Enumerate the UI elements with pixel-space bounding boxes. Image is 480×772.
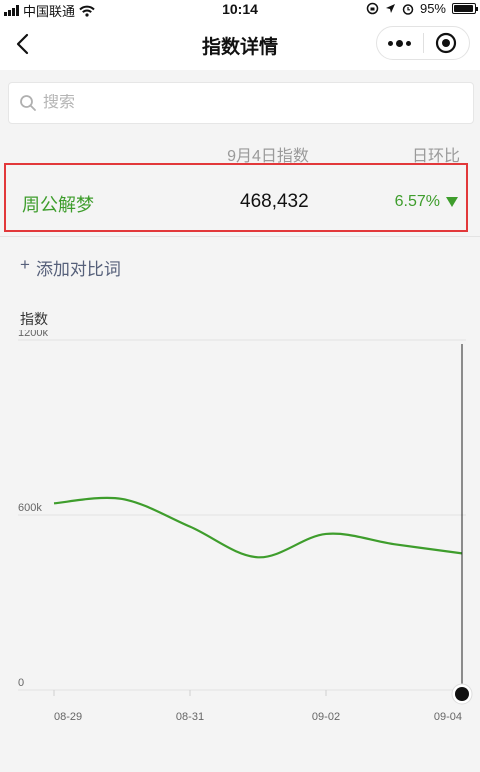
day-change-value: 6.57% [394,193,440,210]
location-arrow-icon [385,4,395,13]
search-input[interactable] [43,94,443,112]
row-divider [0,236,480,237]
add-compare-button[interactable]: + 添加对比词 [20,255,121,280]
close-mini-program-button[interactable] [424,27,470,59]
alarm-clock-icon [402,3,414,15]
y-tick-label: 600k [18,502,42,514]
status-bar: 中国联通 10:14 95% [0,0,480,19]
target-circle-icon [436,32,457,54]
selection-handle-dot [455,687,469,701]
status-right: 95% [366,1,478,16]
keyword-label: 周公解梦 [22,195,94,215]
keyword-row[interactable]: 周公解梦 468,432 6.57% [4,163,468,232]
more-button[interactable] [377,27,423,59]
series-line [53,496,463,559]
search-icon [20,95,36,111]
y-tick-label: 0 [18,677,24,689]
x-tick-label: 09-04 [434,711,462,723]
x-tick-label: 09-02 [312,711,340,723]
plus-icon: + [20,255,30,274]
x-tick-label: 08-31 [176,711,204,723]
add-compare-label: 添加对比词 [35,260,121,279]
nav-bar: 指数详情 [0,18,480,70]
x-tick-label: 08-29 [54,711,82,723]
rotation-lock-icon [366,2,379,15]
search-bar[interactable] [8,82,474,124]
chart-y-axis-title: 指数 [20,311,48,327]
index-line-chart[interactable]: 1200k 600k 0 08-29 08-31 09-02 09-04 [0,330,480,730]
day-change: 6.57% [395,193,458,211]
down-triangle-icon [446,197,458,207]
y-tick-label: 1200k [18,330,48,339]
battery-percent: 95% [419,1,446,16]
more-dots-icon [388,39,412,47]
mini-program-capsule [376,26,470,60]
battery-icon [452,3,478,14]
index-value: 468,432 [240,191,309,212]
